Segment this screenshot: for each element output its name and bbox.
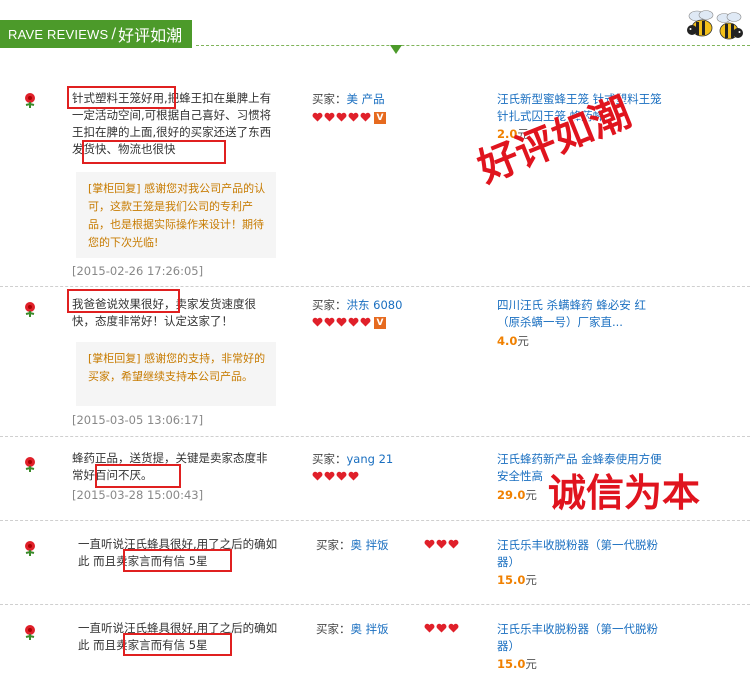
- highlight-box: [67, 86, 176, 109]
- title-english: RAVE REVIEWS: [8, 26, 109, 42]
- heart-icon: [360, 317, 371, 327]
- heart-icon: [324, 112, 335, 122]
- buyer-name[interactable]: 洪东 6080: [347, 298, 403, 312]
- heart-icon: [336, 112, 347, 122]
- seller-badge-icon: V: [374, 317, 386, 329]
- highlight-box: [82, 140, 226, 164]
- seller-reply: [掌柜回复] 感谢您的支持，非常好的买家，希望继续支持本公司产品。: [76, 342, 276, 406]
- heart-icon: [448, 623, 459, 633]
- title-separator: /: [111, 26, 117, 42]
- flower-icon: [25, 625, 35, 640]
- buyer-rating-hearts: V: [312, 317, 386, 329]
- rave-reviews-tab: RAVE REVIEWS / 好评如潮: [0, 20, 193, 48]
- product-link[interactable]: 汪氏乐丰收脱粉器（第一代脱粉器）: [497, 537, 667, 571]
- price-unit: 元: [525, 488, 537, 502]
- product-price: 15.0元: [497, 572, 537, 588]
- highlight-box: [123, 633, 232, 656]
- bee-icon: [687, 10, 743, 40]
- product-link[interactable]: 汪氏乐丰收脱粉器（第一代脱粉器）: [497, 621, 667, 655]
- flower-icon: [25, 302, 35, 317]
- heart-icon: [448, 539, 459, 549]
- price-value: 2.0: [497, 127, 518, 141]
- buyer-name[interactable]: 奥 拌饭: [351, 622, 389, 636]
- heart-icon: [424, 623, 435, 633]
- buyer-label: 买家：: [316, 538, 351, 552]
- highlight-box: [95, 464, 181, 488]
- price-unit: 元: [525, 657, 537, 671]
- product-link[interactable]: 汪氏蜂药新产品 金蜂泰使用方便安全性高: [497, 451, 667, 485]
- buyer-label: 买家：: [312, 452, 347, 466]
- buyer-rating-hearts: [424, 623, 459, 633]
- buyer-label: 买家：: [316, 622, 351, 636]
- header-divider: [196, 45, 750, 46]
- product-link[interactable]: 四川汪氏 杀螨蜂药 蜂必安 红（原杀螨一号）厂家直...: [497, 297, 667, 331]
- product-price: 2.0元: [497, 126, 529, 142]
- price-unit: 元: [525, 573, 537, 587]
- down-arrow-icon: [390, 45, 402, 54]
- buyer-info: 买家：奥 拌饭: [316, 537, 389, 553]
- product-price: 15.0元: [497, 656, 537, 672]
- price-value: 15.0: [497, 573, 526, 587]
- buyer-label: 买家：: [312, 92, 347, 106]
- heart-icon: [336, 471, 347, 481]
- row-divider: [0, 286, 750, 287]
- heart-icon: [436, 539, 447, 549]
- highlight-box: [67, 289, 180, 313]
- heart-icon: [312, 471, 323, 481]
- seller-reply: [掌柜回复] 感谢您对我公司产品的认可，这款王笼是我们公司的专利产品，也是根据实…: [76, 172, 276, 258]
- flower-icon: [25, 541, 35, 556]
- heart-icon: [336, 317, 347, 327]
- price-value: 15.0: [497, 657, 526, 671]
- heart-icon: [312, 317, 323, 327]
- buyer-rating-hearts: [424, 539, 459, 549]
- row-divider: [0, 604, 750, 605]
- buyer-rating-hearts: [312, 471, 359, 481]
- price-unit: 元: [517, 127, 529, 141]
- highlight-box: [123, 549, 232, 572]
- buyer-info: 买家：奥 拌饭: [316, 621, 389, 637]
- price-unit: 元: [517, 334, 529, 348]
- product-price: 4.0元: [497, 333, 529, 349]
- price-value: 29.0: [497, 488, 526, 502]
- product-price: 29.0元: [497, 487, 537, 503]
- seller-badge-icon: V: [374, 112, 386, 124]
- title-chinese: 好评如潮: [118, 26, 183, 45]
- heart-icon: [360, 112, 371, 122]
- buyer-rating-hearts: V: [312, 112, 386, 124]
- buyer-info: 买家：yang 21: [312, 451, 393, 467]
- product-link[interactable]: 汪氏新型蜜蜂王笼 针式塑料王笼针扎式囚王笼 蜂药蜂...: [497, 91, 667, 125]
- buyer-info: 买家：洪东 6080: [312, 297, 402, 313]
- heart-icon: [436, 623, 447, 633]
- heart-icon: [348, 317, 359, 327]
- heart-icon: [348, 112, 359, 122]
- heart-icon: [324, 471, 335, 481]
- review-date: [2015-03-05 13:06:17]: [72, 413, 204, 427]
- buyer-label: 买家：: [312, 298, 347, 312]
- heart-icon: [312, 112, 323, 122]
- row-divider: [0, 520, 750, 521]
- flower-icon: [25, 457, 35, 472]
- review-date: [2015-02-26 17:26:05]: [72, 264, 204, 278]
- buyer-name[interactable]: 奥 拌饭: [351, 538, 389, 552]
- buyer-name[interactable]: 美 产品: [347, 92, 385, 106]
- heart-icon: [424, 539, 435, 549]
- flower-icon: [25, 93, 35, 108]
- review-date: [2015-03-28 15:00:43]: [72, 488, 204, 502]
- buyer-name[interactable]: yang 21: [347, 452, 394, 466]
- buyer-info: 买家：美 产品: [312, 91, 385, 107]
- price-value: 4.0: [497, 334, 518, 348]
- row-divider: [0, 436, 750, 437]
- heart-icon: [324, 317, 335, 327]
- heart-icon: [348, 471, 359, 481]
- section-header: RAVE REVIEWS / 好评如潮: [0, 0, 750, 60]
